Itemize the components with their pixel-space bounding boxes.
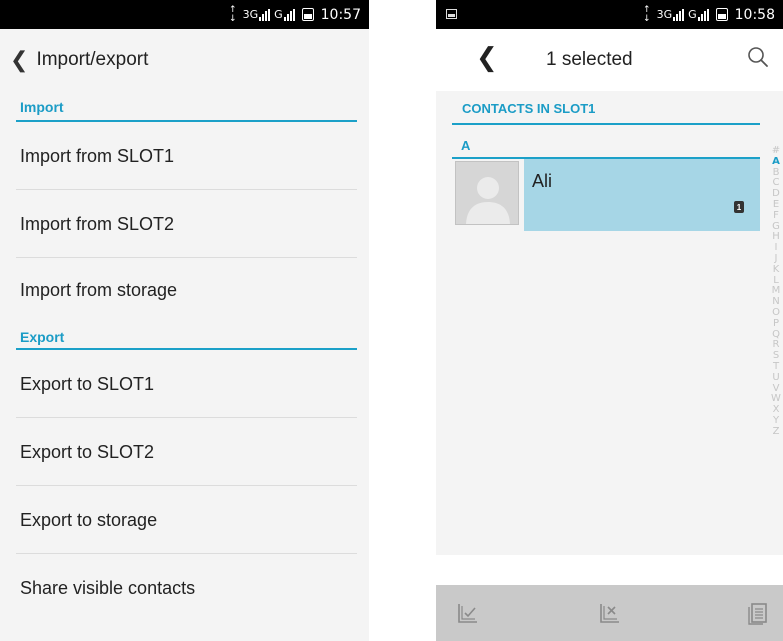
action-bar: ❮ 1 selected — [436, 29, 783, 91]
back-chevron-icon[interactable]: ❮ — [10, 48, 28, 73]
signal-icon-2: G — [688, 8, 709, 21]
alphabet-index-letter[interactable]: P — [773, 318, 779, 330]
contact-select-screen: ↑ ↓ 3G G 10:58 ❮ 1 selected CONTACTS IN S… — [436, 0, 783, 641]
alphabet-index-letter[interactable]: F — [773, 210, 779, 222]
item-label: Export to SLOT1 — [20, 373, 155, 394]
menu-item-import-slot1[interactable]: Import from SLOT1 — [0, 122, 369, 190]
item-label: Export to SLOT2 — [20, 441, 155, 462]
action-bar: ❮ Import/export — [0, 29, 369, 91]
status-bar: ↑ ↓ 3G G 10:57 — [0, 0, 369, 29]
letter-label: A — [461, 137, 471, 153]
section-header-slot1: CONTACTS IN SLOT1 — [436, 91, 783, 125]
alphabet-index[interactable]: # A B C D E F G H I J K L M N O P Q R S T U V W X Y Z — [769, 145, 783, 438]
menu-item-export-storage[interactable]: Export to storage — [0, 486, 369, 554]
copy-contacts-icon[interactable] — [746, 602, 770, 626]
back-chevron-icon[interactable]: ❮ — [476, 43, 498, 73]
page-title[interactable]: Import/export — [36, 49, 148, 71]
status-time: 10:57 — [320, 6, 361, 23]
search-icon[interactable] — [747, 46, 769, 68]
section-header-export: Export — [0, 323, 369, 350]
section-label: CONTACTS IN SLOT1 — [462, 100, 596, 116]
status-time: 10:58 — [734, 6, 775, 23]
default-avatar-icon — [455, 161, 519, 225]
signal-icon: 3G — [243, 8, 271, 21]
letter-header-a: A — [436, 131, 783, 159]
menu-item-import-storage[interactable]: Import from storage — [0, 258, 369, 323]
selection-highlight: Ali 1 — [524, 159, 760, 231]
alphabet-index-letter[interactable]: U — [772, 372, 779, 384]
alphabet-index-letter[interactable]: Z — [773, 426, 780, 438]
image-notification-icon — [446, 9, 457, 19]
alphabet-index-letter[interactable]: A — [772, 156, 780, 168]
deselect-all-icon[interactable] — [598, 602, 622, 626]
avatar — [452, 159, 524, 231]
item-label: Export to storage — [20, 509, 158, 530]
data-activity-icon: ↑ ↓ — [643, 4, 651, 24]
bottom-toolbar — [436, 585, 783, 641]
contact-list: CONTACTS IN SLOT1 A Ali 1 — [436, 91, 783, 555]
select-all-icon[interactable] — [456, 602, 480, 626]
signal-icon: 3G — [657, 8, 685, 21]
network-type: 3G — [242, 8, 259, 21]
battery-icon — [715, 8, 728, 21]
menu-item-share-visible[interactable]: Share visible contacts — [0, 554, 369, 622]
data-activity-icon: ↑ ↓ — [229, 4, 237, 24]
import-export-screen: ↑ ↓ 3G G 10:57 ❮ Import/export Import Imp… — [0, 0, 369, 641]
alphabet-index-letter[interactable]: K — [773, 264, 780, 276]
sim-slot-icon: 1 — [734, 201, 744, 213]
section-label: Import — [20, 98, 64, 115]
selection-count-title: 1 selected — [546, 49, 633, 70]
contact-name: Ali — [532, 171, 553, 191]
item-label: Import from SLOT2 — [20, 213, 175, 234]
contact-row-selected[interactable]: Ali 1 — [452, 159, 760, 231]
battery-icon — [301, 8, 314, 21]
item-label: Share visible contacts — [20, 577, 196, 598]
item-label: Import from storage — [20, 280, 178, 300]
menu-item-export-slot2[interactable]: Export to SLOT2 — [0, 418, 369, 486]
menu-item-import-slot2[interactable]: Import from SLOT2 — [0, 190, 369, 258]
item-label: Import from SLOT1 — [20, 145, 175, 166]
section-label: Export — [20, 328, 65, 345]
network-type: 3G — [656, 8, 673, 21]
menu-item-export-slot1[interactable]: Export to SLOT1 — [0, 350, 369, 418]
status-bar: ↑ ↓ 3G G 10:58 — [436, 0, 783, 29]
signal-icon-2: G — [274, 8, 295, 21]
section-header-import: Import — [0, 91, 369, 122]
